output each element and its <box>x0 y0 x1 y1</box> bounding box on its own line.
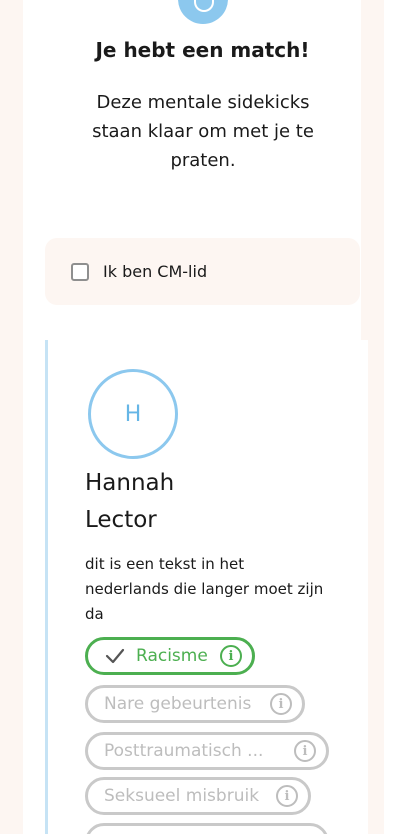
cm-member-filter[interactable]: Ik ben CM-lid <box>45 238 360 305</box>
topic-tag-nare-gebeurtenis[interactable]: Nare gebeurtenis i <box>85 685 305 723</box>
topic-tag-label: Posttraumatisch ... <box>104 741 264 761</box>
avatar: H <box>88 369 178 459</box>
cm-member-label: Ik ben CM-lid <box>103 262 208 281</box>
topic-tag-label: Nare gebeurtenis <box>104 694 252 714</box>
topic-tag-partial[interactable] <box>85 823 329 834</box>
sidekick-last-name: Lector <box>85 507 157 533</box>
topic-tag-posttraumatisch[interactable]: Posttraumatisch ... i <box>85 732 329 770</box>
left-margin-strip <box>0 0 23 834</box>
topic-tag-label: Seksueel misbruik <box>104 786 260 806</box>
smile-icon <box>178 0 228 24</box>
info-icon[interactable]: i <box>294 740 316 762</box>
page-subtitle: Deze mentale sidekicks staan klaar om me… <box>92 92 314 171</box>
avatar-initial: H <box>124 401 142 427</box>
sidekick-first-name: Hannah <box>85 470 175 496</box>
sidekick-name: Hannah Lector <box>85 465 285 539</box>
info-icon[interactable]: i <box>220 645 242 667</box>
check-icon <box>105 648 125 664</box>
info-icon[interactable]: i <box>276 785 298 807</box>
right-edge <box>384 0 403 834</box>
cm-member-checkbox[interactable] <box>71 262 89 281</box>
sidekick-bio: dit is een tekst in het nederlands die l… <box>85 555 324 623</box>
match-screen: Je hebt een match! Deze mentale sidekick… <box>0 0 403 834</box>
topic-tag-label: Racisme <box>136 646 208 666</box>
topic-tag-seksueel-misbruik[interactable]: Seksueel misbruik i <box>85 777 311 815</box>
sidekick-card: H Hannah Lector dit is een tekst in het … <box>45 340 368 834</box>
info-icon[interactable]: i <box>270 693 292 715</box>
topic-tag-racisme[interactable]: Racisme i <box>85 637 255 675</box>
page-title: Je hebt een match! <box>95 38 310 62</box>
